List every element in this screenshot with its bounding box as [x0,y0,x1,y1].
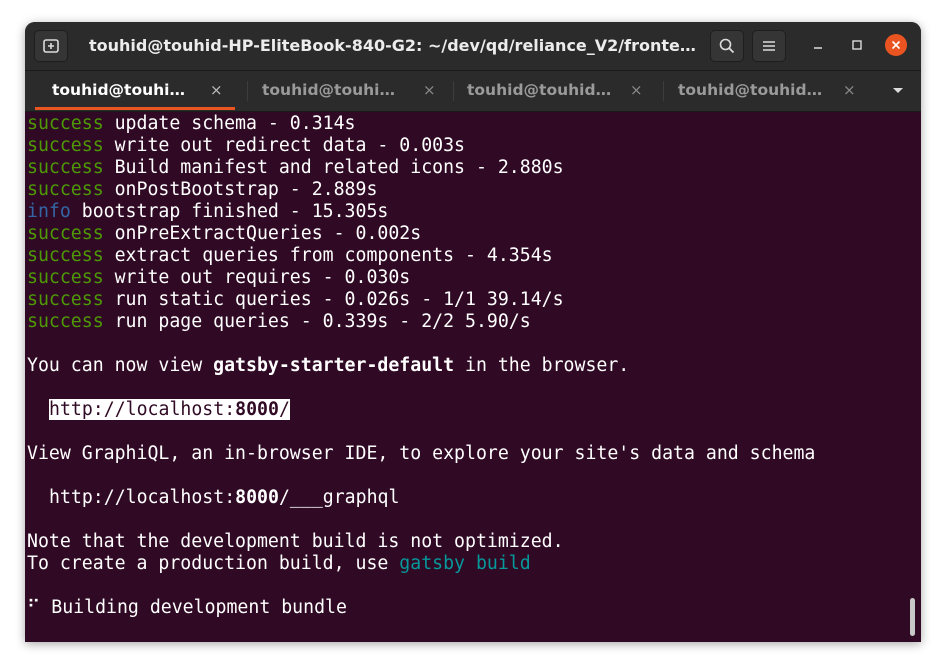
log-message: bootstrap finished - 15.305s [70,201,389,222]
log-line: success update schema - 0.314s [27,113,356,135]
site-name: gatsby-starter-default [213,355,455,376]
tab-close-icon[interactable]: × [843,71,856,109]
log-message: run static queries - 0.026s - 1/1 39.14/… [103,289,564,310]
log-line: success Build manifest and related icons… [27,157,564,179]
graphql-url-prefix: http://localhost: [49,487,236,508]
log-line: success extract queries from components … [27,245,553,267]
tab-4[interactable]: touhid@touhid… × [663,71,873,111]
minimize-icon [814,47,822,49]
log-message: write out redirect data - 0.003s [103,135,465,156]
tab-bar: touhid@touhi… × touhid@touhi… × touhid@t… [25,71,921,112]
new-tab-button[interactable] [34,30,68,62]
log-message: run page queries - 0.339s - 2/2 5.90/s [103,311,531,332]
graphql-url-port: 8000 [235,487,279,508]
tab-2[interactable]: touhid@touhi… × [247,71,447,111]
view-suffix: in the browser. [454,355,630,376]
prod-command: gatsby build [399,553,531,574]
log-message: onPostBootstrap - 2.889s [103,179,378,200]
tab-1[interactable]: touhid@touhi… × [25,71,245,111]
tab-label: touhid@touhi… [262,81,395,99]
tab-label: touhid@touhid… [678,81,823,99]
terminal-window: touhid@touhid-HP-EliteBook-840-G2: ~/dev… [25,22,921,642]
local-url-line[interactable]: http://localhost:8000/ [49,399,290,421]
local-url-suffix: / [278,399,290,420]
prod-prefix: To create a production build, use [27,553,400,574]
menu-button[interactable] [752,30,786,62]
tab-label: touhid@touhid… [467,81,612,99]
log-message: write out requires - 0.030s [103,267,411,288]
graphiql-info-line: View GraphiQL, an in-browser IDE, to exp… [27,443,816,464]
spinner-icon: ⠋ [27,597,41,618]
log-line: success onPostBootstrap - 2.889s [27,179,377,201]
log-level-success: success [27,223,104,244]
hamburger-menu-icon [763,41,775,51]
view-site-line: You can now view gatsby-starter-default … [27,355,629,377]
search-button[interactable] [710,30,744,62]
log-level-success: success [27,311,104,332]
tab-close-icon[interactable]: × [630,71,643,109]
minimize-button[interactable] [807,34,829,56]
log-line: info bootstrap finished - 15.305s [27,201,388,223]
graphql-url-line[interactable]: http://localhost:8000/___graphql [49,487,399,509]
log-message: onPreExtractQueries - 0.002s [103,223,422,244]
dev-build-note: Note that the development build is not o… [27,531,564,552]
log-message: Build manifest and related icons - 2.880… [103,157,564,178]
close-window-button[interactable] [885,34,907,56]
log-line: success onPreExtractQueries - 0.002s [27,223,421,245]
log-message: update schema - 0.314s [103,113,356,134]
production-build-line: To create a production build, use gatsby… [27,553,531,575]
log-level-info: info [27,201,71,222]
log-message: extract queries from components - 4.354s [103,245,553,266]
tab-3[interactable]: touhid@touhid… × [453,71,653,111]
tab-close-icon[interactable]: × [423,71,436,109]
active-tab-indicator [35,107,235,110]
tab-label: touhid@touhi… [52,81,185,99]
terminal-output[interactable]: success update schema - 0.314s success wr… [25,112,921,642]
window-title: touhid@touhid-HP-EliteBook-840-G2: ~/dev… [89,36,696,55]
log-level-success: success [27,245,104,266]
close-icon [891,40,901,50]
log-line: success run static queries - 0.026s - 1/… [27,289,564,311]
tab-list-dropdown-icon[interactable] [893,88,903,93]
log-level-success: success [27,157,104,178]
local-url-port: 8000 [235,399,279,420]
scrollbar-thumb[interactable] [910,598,915,636]
maximize-icon [852,40,862,50]
log-line: success write out requires - 0.030s [27,267,410,289]
graphql-url-suffix: /___graphql [278,487,400,508]
new-tab-icon [43,39,59,53]
tab-close-icon[interactable]: × [210,71,223,109]
title-bar: touhid@touhid-HP-EliteBook-840-G2: ~/dev… [25,22,921,71]
log-level-success: success [27,113,104,134]
log-level-success: success [27,135,104,156]
log-line: success write out redirect data - 0.003s [27,135,465,157]
local-url-prefix: http://localhost: [49,399,236,420]
maximize-button[interactable] [846,34,868,56]
log-level-success: success [27,289,104,310]
log-level-success: success [27,267,104,288]
building-text: Building development bundle [40,597,347,618]
search-icon [719,38,735,54]
log-line: success run page queries - 0.339s - 2/2 … [27,311,531,333]
building-status-line: ⠋ Building development bundle [27,597,347,619]
view-prefix: You can now view [27,355,214,376]
log-level-success: success [27,179,104,200]
